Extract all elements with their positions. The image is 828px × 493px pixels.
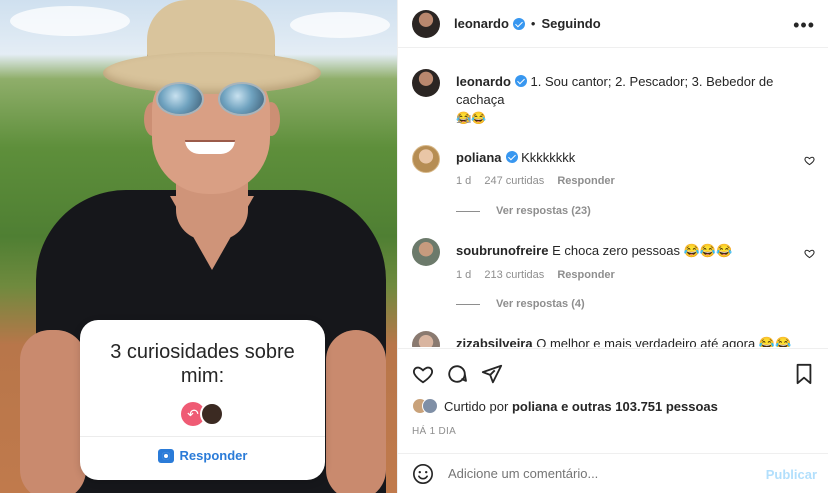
comment-text: zizabsilveira O melhor e mais verdadeiro… xyxy=(456,335,801,347)
comment-meta: 1 d 247 curtidas Responder xyxy=(456,175,625,187)
sticker-title: 3 curiosidades sobre mim: xyxy=(110,341,295,387)
caption-age: 1 d xyxy=(456,114,472,126)
emoji-icon[interactable] xyxy=(412,463,434,485)
comment-body: E choca zero pessoas 😂😂😂 xyxy=(552,243,733,258)
share-send-icon[interactable] xyxy=(481,363,503,385)
lens xyxy=(218,82,266,116)
caption-meta: 1 d xyxy=(456,114,481,126)
view-replies-button[interactable]: Ver respostas (4) xyxy=(456,298,585,310)
likes-others[interactable]: e outras 103.751 pessoas xyxy=(561,399,718,414)
caption-text: leonardo 1. Sou cantor; 2. Pescador; 3. … xyxy=(456,73,801,127)
action-bar xyxy=(398,348,828,398)
lens xyxy=(156,82,204,116)
avatar[interactable] xyxy=(412,69,440,97)
caption: leonardo 1. Sou cantor; 2. Pescador; 3. … xyxy=(412,69,817,129)
verified-badge-icon xyxy=(505,151,518,163)
more-horizontal-icon[interactable]: ••• xyxy=(793,15,815,36)
verified-badge-icon xyxy=(512,17,525,30)
hat-crown-overlay xyxy=(147,0,275,78)
avatar[interactable] xyxy=(412,145,440,173)
post-photo[interactable]: 3 curiosidades sobre mim: ↶ Responder xyxy=(0,0,397,493)
comment-text: poliana Kkkkkkkk xyxy=(456,149,801,167)
comment-age: 1 d xyxy=(456,175,472,187)
comment-meta: 1 d 213 curtidas Responder xyxy=(456,269,625,281)
likes-prefix: Curtido por xyxy=(444,398,509,414)
cloud xyxy=(290,12,390,38)
add-comment-bar: Publicar xyxy=(398,453,828,493)
likes-text[interactable]: Curtido por poliana e outras 103.751 pes… xyxy=(444,399,718,414)
sticker-reply-button[interactable]: Responder xyxy=(80,448,325,463)
likes-summary: Curtido por poliana e outras 103.751 pes… xyxy=(412,398,718,414)
questions-sticker[interactable]: 3 curiosidades sobre mim: ↶ Responder xyxy=(80,320,325,480)
sunglasses xyxy=(156,82,268,118)
avatar xyxy=(200,402,224,426)
like-heart-icon[interactable] xyxy=(412,363,434,385)
comment-body: O melhor e mais verdadeiro até agora 😂😂 xyxy=(536,336,792,347)
avatar[interactable] xyxy=(412,9,440,38)
reply-button[interactable]: Responder xyxy=(557,175,614,187)
smile xyxy=(185,140,235,154)
comment-username[interactable]: zizabsilveira xyxy=(456,336,533,347)
header-username[interactable]: leonardo xyxy=(454,16,509,31)
divider xyxy=(80,436,325,437)
comment-likes[interactable]: 247 curtidas xyxy=(484,175,544,187)
comments-list[interactable]: leonardo 1. Sou cantor; 2. Pescador; 3. … xyxy=(398,49,828,347)
comment-text: soubrunofreire E choca zero pessoas 😂😂😂 xyxy=(456,242,801,260)
comment-likes[interactable]: 213 curtidas xyxy=(484,269,544,281)
shirt-collar xyxy=(170,196,254,270)
list-item: soubrunofreire E choca zero pessoas 😂😂😂 … xyxy=(412,238,817,318)
view-replies-button[interactable]: Ver respostas (23) xyxy=(456,205,591,217)
right-arm xyxy=(326,330,386,493)
post-header: leonardo • Seguindo ••• xyxy=(398,0,828,48)
left-arm xyxy=(20,330,86,493)
sticker-avatars: ↶ xyxy=(80,402,325,430)
camera-icon xyxy=(157,448,174,463)
reply-button[interactable]: Responder xyxy=(557,269,614,281)
verified-badge-icon xyxy=(514,75,527,87)
avatar[interactable] xyxy=(412,238,440,266)
bookmark-icon[interactable] xyxy=(793,363,815,385)
list-item: zizabsilveira O melhor e mais verdadeiro… xyxy=(412,331,817,347)
cloud xyxy=(10,6,130,36)
follow-status-button[interactable]: Seguindo xyxy=(541,16,600,31)
comment-input[interactable] xyxy=(448,466,748,481)
like-heart-icon[interactable] xyxy=(804,248,815,259)
avatar xyxy=(422,398,438,414)
post-date: HÁ 1 DIA xyxy=(412,426,457,437)
avatar[interactable] xyxy=(412,331,440,347)
caption-username[interactable]: leonardo xyxy=(456,74,511,89)
list-item: poliana Kkkkkkkk 1 d 247 curtidas Respon… xyxy=(412,145,817,225)
likes-user[interactable]: poliana xyxy=(512,399,558,414)
comment-username[interactable]: poliana xyxy=(456,150,502,165)
separator-dot: • xyxy=(530,16,536,31)
comment-body: Kkkkkkkk xyxy=(521,150,576,165)
comment-age: 1 d xyxy=(456,269,472,281)
publish-button[interactable]: Publicar xyxy=(766,467,817,482)
comment-username[interactable]: soubrunofreire xyxy=(456,243,548,258)
comment-bubble-icon[interactable] xyxy=(446,363,468,385)
like-heart-icon[interactable] xyxy=(804,155,815,166)
post-panel: leonardo • Seguindo ••• leonardo 1. Sou … xyxy=(397,0,828,493)
sticker-reply-label: Responder xyxy=(179,448,248,463)
